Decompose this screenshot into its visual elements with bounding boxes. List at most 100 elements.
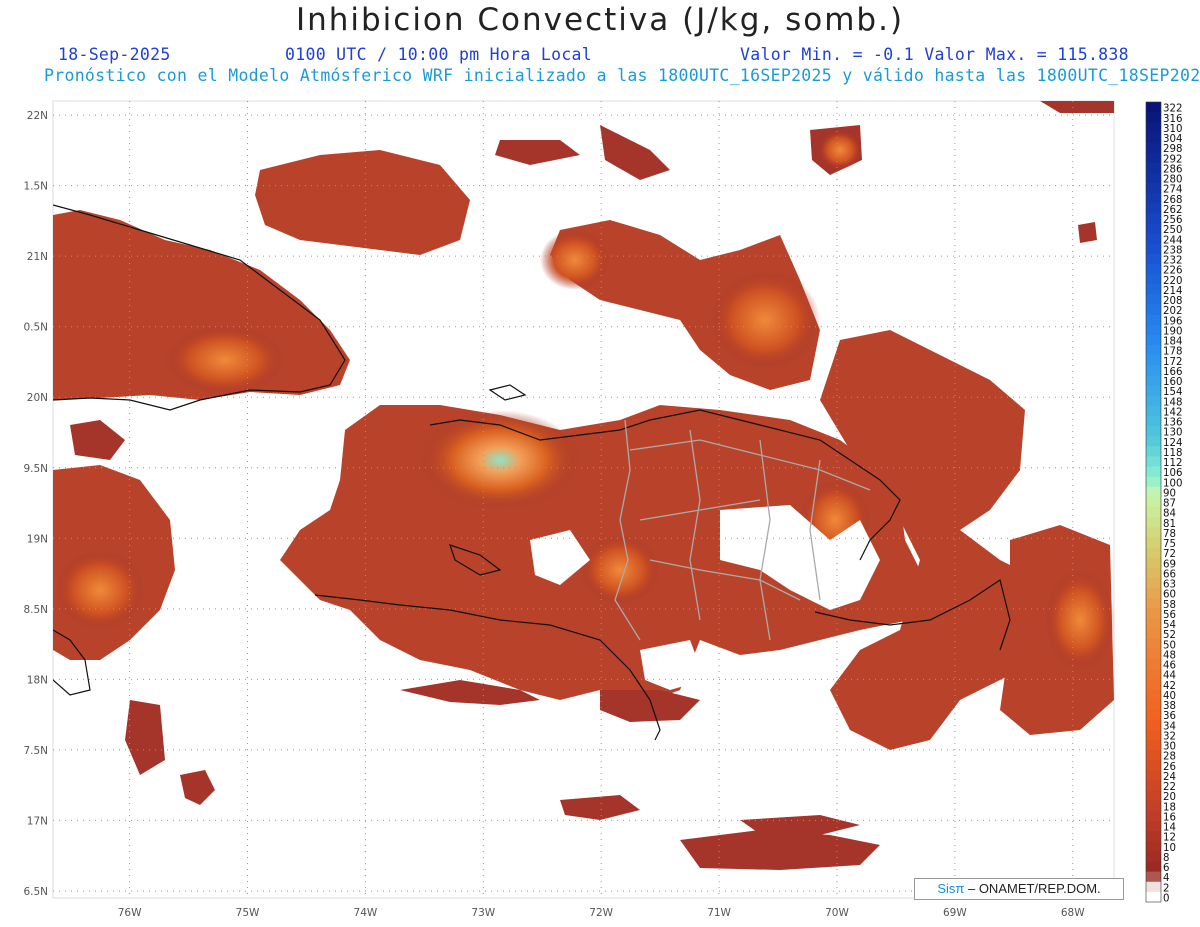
- colorbar-swatch: [1146, 496, 1161, 508]
- colorbar-swatch: [1146, 608, 1161, 619]
- colorbar-swatch: [1146, 243, 1161, 255]
- lon-label: 74W: [354, 907, 378, 919]
- colorbar-swatch: [1146, 679, 1161, 690]
- colorbar-swatch: [1146, 841, 1161, 852]
- lon-label: 76W: [118, 907, 142, 919]
- colorbar-swatch: [1146, 183, 1161, 194]
- lon-label: 69W: [943, 907, 967, 919]
- colorbar-swatch: [1146, 162, 1161, 174]
- credit-box: Sisπ – ONAMET/REP.DOM.: [914, 878, 1124, 900]
- colorbar-swatch: [1146, 780, 1161, 792]
- colorbar-swatch: [1146, 699, 1161, 710]
- colorbar-swatch: [1146, 294, 1161, 305]
- colorbar-swatch: [1146, 264, 1161, 275]
- colorbar-swatch: [1146, 760, 1161, 771]
- colorbar-swatch: [1146, 831, 1161, 842]
- colorbar-swatch: [1146, 314, 1161, 326]
- lat-label: 22N: [27, 110, 48, 122]
- colorbar-swatch: [1146, 132, 1161, 143]
- colorbar-swatch: [1146, 861, 1161, 873]
- colorbar-swatch: [1146, 274, 1161, 285]
- lon-label: 71W: [707, 907, 731, 919]
- colorbar-swatch: [1146, 709, 1161, 721]
- colorbar-swatch: [1146, 375, 1161, 386]
- colorbar-swatch: [1146, 213, 1161, 224]
- latitude-labels: 22N 1.5N 21N 0.5N 20N 9.5N 19N 8.5N 18N 7.5N 17N 6.…: [23, 110, 48, 898]
- cin-map: 22N 1.5N 21N 0.5N 20N 9.5N 19N 8.5N 18N 7.5N 17N 6.…: [23, 100, 1182, 919]
- colorbar-swatch: [1146, 638, 1161, 650]
- lat-label: 20N: [27, 392, 48, 404]
- colorbar-swatch: [1146, 415, 1161, 427]
- colorbar-swatch: [1146, 648, 1161, 660]
- colorbar-swatch: [1146, 334, 1161, 346]
- colorbar-swatch: [1146, 152, 1161, 164]
- colorbar-swatch: [1146, 456, 1161, 467]
- colorbar-swatch: [1146, 142, 1161, 154]
- colorbar-swatch: [1146, 405, 1161, 417]
- colorbar-swatch: [1146, 355, 1161, 366]
- colorbar-swatch: [1146, 891, 1161, 903]
- colorbar-swatch: [1146, 628, 1161, 640]
- lon-label: 75W: [236, 907, 260, 919]
- colorbar-swatch: [1146, 588, 1161, 599]
- colorbar-swatch: [1146, 618, 1161, 629]
- lat-label: 19N: [27, 533, 48, 545]
- colorbar-swatch: [1146, 112, 1161, 123]
- colorbar-swatch: [1146, 719, 1161, 731]
- colorbar-swatch: [1146, 446, 1161, 457]
- colorbar-swatch: [1146, 507, 1161, 518]
- colorbar-swatch: [1146, 729, 1161, 741]
- colorbar-swatch: [1146, 253, 1161, 265]
- colorbar-swatch: [1146, 102, 1161, 113]
- lat-label: 9.5N: [23, 463, 48, 475]
- colorbar-label: 0: [1163, 894, 1169, 905]
- colorbar-swatch: [1146, 466, 1161, 478]
- lat-label: 17N: [27, 815, 48, 827]
- colorbar-swatch: [1146, 122, 1161, 133]
- lon-label: 68W: [1061, 907, 1085, 919]
- lon-label: 70W: [825, 907, 849, 919]
- lat-label: 21N: [27, 251, 48, 263]
- colorbar-swatch: [1146, 345, 1161, 356]
- colorbar-swatch: [1146, 517, 1161, 528]
- colorbar-swatch: [1146, 557, 1161, 569]
- colorbar-swatch: [1146, 689, 1161, 700]
- colorbar-swatch: [1146, 577, 1161, 589]
- colorbar-swatch: [1146, 537, 1161, 548]
- colorbar-swatch: [1146, 385, 1161, 397]
- lat-label: 7.5N: [23, 745, 48, 757]
- colorbar-swatch: [1146, 770, 1161, 781]
- longitude-labels: 76W 75W 74W 73W 72W 71W 70W 69W 68W: [118, 907, 1085, 919]
- credit-logo: Sisπ: [937, 881, 965, 896]
- colorbar-swatch: [1146, 871, 1161, 883]
- colorbar-swatch: [1146, 820, 1161, 832]
- colorbar-swatch: [1146, 203, 1161, 214]
- colorbar-swatch: [1146, 669, 1161, 680]
- colorbar-swatch: [1146, 426, 1161, 437]
- colorbar-swatch: [1146, 790, 1161, 802]
- colorbar-swatch: [1146, 598, 1161, 609]
- colorbar-swatch: [1146, 800, 1161, 812]
- lon-label: 72W: [589, 907, 613, 919]
- colorbar-swatch: [1146, 304, 1161, 316]
- colorbar-swatch: [1146, 172, 1161, 184]
- colorbar-swatch: [1146, 476, 1161, 488]
- colorbar-swatch: [1146, 810, 1161, 822]
- colorbar-swatch: [1146, 881, 1161, 893]
- colorbar-swatch: [1146, 284, 1161, 295]
- lon-label: 73W: [471, 907, 495, 919]
- colorbar-swatch: [1146, 436, 1161, 447]
- colorbar-swatch: [1146, 365, 1161, 376]
- colorbar: 3223163103042982922862802742682622562502…: [1145, 101, 1182, 905]
- colorbar-swatch: [1146, 193, 1161, 204]
- colorbar-swatch: [1146, 851, 1161, 862]
- colorbar-swatch: [1146, 324, 1161, 336]
- lat-label: 1.5N: [23, 181, 48, 193]
- colorbar-swatch: [1146, 750, 1161, 761]
- credit-text: – ONAMET/REP.DOM.: [964, 881, 1101, 896]
- colorbar-swatch: [1146, 658, 1161, 670]
- lat-label: 0.5N: [23, 322, 48, 334]
- lat-label: 8.5N: [23, 604, 48, 616]
- colorbar-swatch: [1146, 223, 1161, 235]
- colorbar-swatch: [1146, 567, 1161, 579]
